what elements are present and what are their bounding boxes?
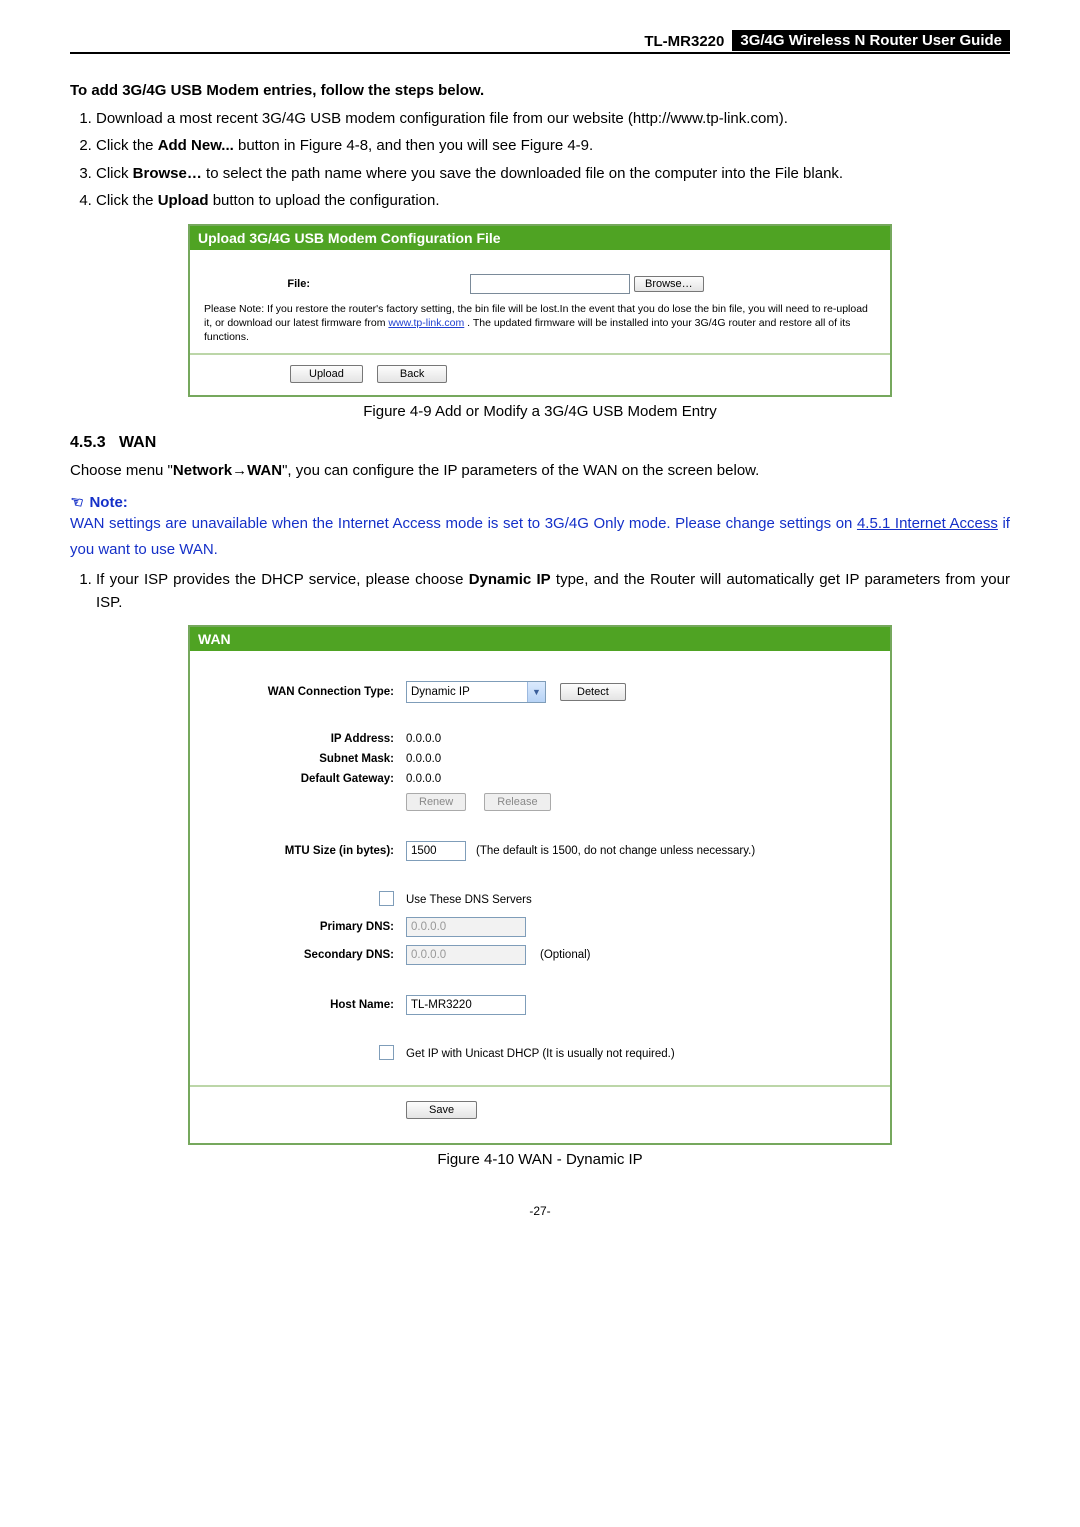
hand-pointer-icon: ☞ <box>69 492 85 512</box>
model-label: TL-MR3220 <box>640 31 732 51</box>
step-2: Click the Add New... button in Figure 4-… <box>96 134 1010 157</box>
upload-panel-title: Upload 3G/4G USB Modem Configuration Fil… <box>190 226 890 250</box>
page-number: -27- <box>70 1204 1010 1218</box>
release-button[interactable]: Release <box>484 793 550 811</box>
primary-dns-label: Primary DNS: <box>204 921 406 933</box>
steps-list: Download a most recent 3G/4G USB modem c… <box>70 107 1010 212</box>
page-header: TL-MR3220 3G/4G Wireless N Router User G… <box>70 30 1010 54</box>
wan-panel: WAN WAN Connection Type: Dynamic IP ▼ De… <box>188 625 892 1145</box>
chevron-down-icon: ▼ <box>527 682 545 702</box>
mtu-input[interactable] <box>406 841 466 861</box>
mtu-hint: (The default is 1500, do not change unle… <box>476 845 755 857</box>
wan-intro: Choose menu "Network→WAN", you can confi… <box>70 458 1010 484</box>
save-button[interactable]: Save <box>406 1101 477 1119</box>
note-heading: ☞Note: <box>70 493 1010 511</box>
divider <box>190 1085 890 1087</box>
conn-type-select[interactable]: Dynamic IP ▼ <box>406 681 546 703</box>
gateway-value: 0.0.0.0 <box>406 773 441 785</box>
mtu-label: MTU Size (in bytes): <box>204 845 406 857</box>
file-label: File: <box>200 278 320 290</box>
guide-title: 3G/4G Wireless N Router User Guide <box>732 30 1010 51</box>
detect-button[interactable]: Detect <box>560 683 626 701</box>
file-input[interactable] <box>470 274 630 294</box>
upload-panel: Upload 3G/4G USB Modem Configuration Fil… <box>188 224 892 397</box>
primary-dns-input[interactable] <box>406 917 526 937</box>
wan-note: WAN settings are unavailable when the In… <box>70 511 1010 562</box>
section-heading: To add 3G/4G USB Modem entries, follow t… <box>70 82 1010 99</box>
wan-panel-title: WAN <box>190 627 890 651</box>
conn-type-label: WAN Connection Type: <box>204 686 406 698</box>
step-1: Download a most recent 3G/4G USB modem c… <box>96 107 1010 130</box>
figure-4-9-caption: Figure 4-9 Add or Modify a 3G/4G USB Mod… <box>70 403 1010 420</box>
upload-button[interactable]: Upload <box>290 365 363 383</box>
upload-note: Please Note: If you restore the router's… <box>200 300 880 353</box>
gateway-label: Default Gateway: <box>204 773 406 785</box>
unicast-dhcp-checkbox[interactable] <box>379 1045 394 1060</box>
unicast-dhcp-label: Get IP with Unicast DHCP (It is usually … <box>406 1048 675 1060</box>
mask-value: 0.0.0.0 <box>406 753 441 765</box>
tp-link-url[interactable]: www.tp-link.com <box>388 317 464 329</box>
wan-step-1: If your ISP provides the DHCP service, p… <box>96 568 1010 615</box>
section-4-5-3-heading: 4.5.3 WAN <box>70 434 1010 452</box>
hostname-label: Host Name: <box>204 999 406 1011</box>
secondary-dns-input[interactable] <box>406 945 526 965</box>
hostname-input[interactable] <box>406 995 526 1015</box>
optional-hint: (Optional) <box>540 949 591 961</box>
wan-steps: If your ISP provides the DHCP service, p… <box>70 568 1010 615</box>
renew-button[interactable]: Renew <box>406 793 466 811</box>
use-dns-checkbox[interactable] <box>379 891 394 906</box>
ip-label: IP Address: <box>204 733 406 745</box>
mask-label: Subnet Mask: <box>204 753 406 765</box>
figure-4-10-caption: Figure 4-10 WAN - Dynamic IP <box>70 1151 1010 1168</box>
back-button[interactable]: Back <box>377 365 447 383</box>
step-4: Click the Upload button to upload the co… <box>96 189 1010 212</box>
browse-button[interactable]: Browse… <box>634 276 704 292</box>
step-3: Click Browse… to select the path name wh… <box>96 162 1010 185</box>
use-dns-label: Use These DNS Servers <box>406 894 532 906</box>
secondary-dns-label: Secondary DNS: <box>204 949 406 961</box>
internet-access-link[interactable]: 4.5.1 Internet Access <box>857 515 998 532</box>
ip-value: 0.0.0.0 <box>406 733 441 745</box>
